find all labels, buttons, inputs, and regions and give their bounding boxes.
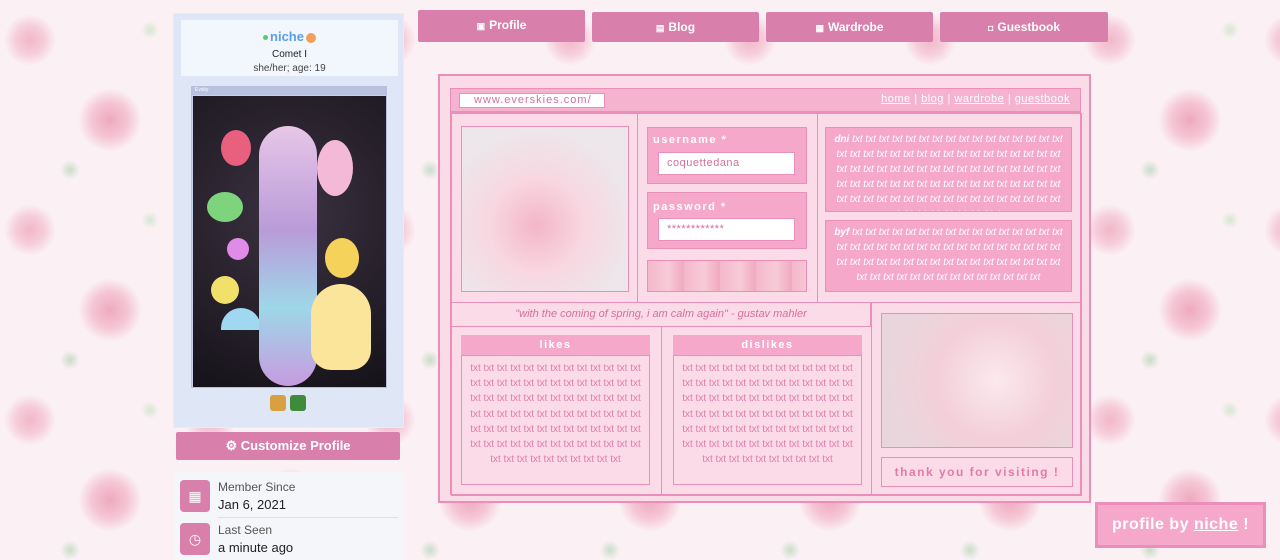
display-name: Comet I xyxy=(271,49,307,60)
dislikes-header: dislikes xyxy=(673,335,862,355)
username-input[interactable]: coquettedana xyxy=(658,152,795,175)
pronouns-age: she/her; age: 19 xyxy=(253,63,326,74)
nav-separator: | xyxy=(914,93,918,105)
avatar-frame: Evsky xyxy=(191,86,387,388)
username-label: username * xyxy=(653,134,728,146)
avatar[interactable] xyxy=(193,96,386,387)
frog-sticker-icon xyxy=(207,192,243,222)
badge-row xyxy=(270,395,306,411)
dislikes-cell: dislikes txt txt txt txt txt txt txt txt… xyxy=(661,326,872,496)
credit-author-link[interactable]: niche xyxy=(1194,516,1238,533)
dni-label: dni xyxy=(834,134,850,145)
tab-profile[interactable]: ▣ Profile xyxy=(418,10,585,42)
customize-icon: ⚙ xyxy=(225,438,241,453)
member-since-value: Jan 6, 2021 xyxy=(218,497,286,512)
nav-home-link[interactable]: home xyxy=(881,93,911,105)
likes-header: likes xyxy=(461,335,650,355)
last-seen-row: ◷ Last Seen a minute ago xyxy=(180,519,397,559)
guestbook-icon: ◘ xyxy=(987,23,994,33)
online-status-icon xyxy=(263,35,269,41)
nav-separator: | xyxy=(1007,93,1012,105)
username-row: niche xyxy=(181,29,398,44)
divider xyxy=(218,517,398,518)
nav-guestbook-link[interactable]: guestbook xyxy=(1015,93,1070,105)
thanks-cell: thank you for visiting ! xyxy=(871,302,1082,496)
profile-panel: www.everskies.com/ home | blog | wardrob… xyxy=(438,74,1091,503)
strawberry-sticker-icon xyxy=(221,130,251,166)
byf-box: byf txt txt txt txt txt txt txt txt txt … xyxy=(825,220,1072,292)
heart-sticker-icon xyxy=(227,238,249,260)
url-field: www.everskies.com/ xyxy=(459,93,605,108)
dislikes-text: txt txt txt txt txt txt txt txt txt txt … xyxy=(673,355,862,485)
likes-text: txt txt txt txt txt txt txt txt txt txt … xyxy=(461,355,650,485)
rainbow-sticker-icon xyxy=(221,308,261,330)
panel-nav: home | blog | wardrobe | guestbook xyxy=(881,93,1070,105)
profile-credit: profile by niche ! xyxy=(1095,502,1266,548)
star-sticker-icon xyxy=(211,276,239,304)
panel-top-bar: www.everskies.com/ home | blog | wardrob… xyxy=(450,88,1081,112)
clock-calendar-icon: ◷ xyxy=(180,523,210,555)
member-since-row: ▦ Member Since Jan 6, 2021 xyxy=(180,476,397,516)
character-figure xyxy=(259,126,317,386)
dni-byf-cell: dni txt txt txt txt txt txt txt txt txt … xyxy=(817,113,1082,303)
byf-text: txt txt txt txt txt txt txt txt txt txt … xyxy=(836,227,1063,283)
nav-separator: | xyxy=(947,93,951,105)
tab-guestbook[interactable]: ◘ Guestbook xyxy=(940,12,1108,42)
password-box: password * ************ xyxy=(647,192,807,249)
likes-cell: likes txt txt txt txt txt txt txt txt tx… xyxy=(451,326,662,496)
macarons-image xyxy=(647,260,807,292)
duck-sticker-icon xyxy=(325,238,359,278)
login-cell: username * coquettedana password * *****… xyxy=(637,113,818,303)
username[interactable]: niche xyxy=(270,29,304,44)
avatar-bar: Evsky xyxy=(192,87,386,95)
byf-label: byf xyxy=(834,227,850,238)
user-header: niche Comet I she/her; age: 19 xyxy=(181,20,398,76)
last-seen-value: a minute ago xyxy=(218,540,294,555)
password-label: password * xyxy=(653,201,727,213)
last-seen-label: Last Seen xyxy=(218,523,273,537)
lantern-badge-icon[interactable] xyxy=(270,395,286,411)
user-badge-icon xyxy=(305,32,316,43)
photo-cell xyxy=(451,113,638,303)
tab-wardrobe[interactable]: ▦ Wardrobe xyxy=(766,12,933,42)
peep-bunny-sticker-icon xyxy=(311,284,371,370)
quote-text: "with the coming of spring, i am calm ag… xyxy=(515,308,807,320)
password-input[interactable]: ************ xyxy=(658,218,795,241)
profile-sidebar: niche Comet I she/her; age: 19 Evsky xyxy=(173,13,404,428)
nav-wardrobe-link[interactable]: wardrobe xyxy=(954,93,1004,105)
credit-prefix: profile by xyxy=(1111,516,1189,533)
quote-bar: "with the coming of spring, i am calm ag… xyxy=(451,302,871,327)
blog-icon: ▤ xyxy=(655,23,665,33)
tab-blog[interactable]: ▤ Blog xyxy=(592,12,759,42)
nav-blog-link[interactable]: blog xyxy=(921,93,944,105)
id-card-icon: ▣ xyxy=(476,21,486,31)
customize-profile-button[interactable]: ⚙ Customize Profile xyxy=(176,432,400,460)
thanks-text: thank you for visiting ! xyxy=(881,457,1073,487)
username-box: username * coquettedana xyxy=(647,127,807,184)
calendar-icon: ▦ xyxy=(180,480,210,512)
roses-pearls-image xyxy=(461,126,629,292)
frog-badge-icon[interactable] xyxy=(290,395,306,411)
profile-info-box: ▦ Member Since Jan 6, 2021 ◷ Last Seen a… xyxy=(173,472,404,560)
credit-suffix: ! xyxy=(1243,516,1250,533)
dni-box: dni txt txt txt txt txt txt txt txt txt … xyxy=(825,127,1072,212)
fairy-sticker-icon xyxy=(317,140,353,196)
member-since-label: Member Since xyxy=(218,480,296,494)
dni-text: txt txt txt txt txt txt txt txt txt txt … xyxy=(836,134,1063,211)
wardrobe-icon: ▦ xyxy=(815,23,824,33)
panel-grid: username * coquettedana password * *****… xyxy=(450,112,1082,496)
pearl-hearts-image xyxy=(881,313,1073,448)
